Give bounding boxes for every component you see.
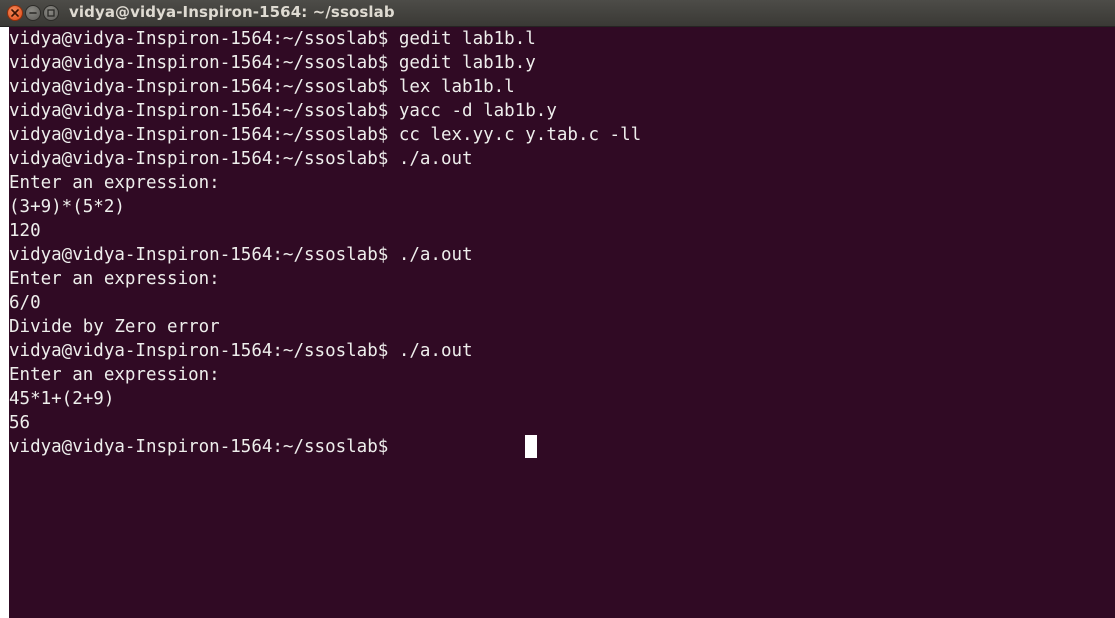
terminal-line: Enter an expression: [9,269,220,289]
minimize-button[interactable] [25,5,41,21]
terminal-line: vidya@vidya-Inspiron-1564:~/ssoslab$ ./a… [9,245,473,265]
minimize-icon [29,12,37,14]
terminal-line: 6/0 [9,293,41,313]
terminal-line: Enter an expression: [9,365,220,385]
terminal-line: vidya@vidya-Inspiron-1564:~/ssoslab$ cc … [9,125,642,145]
terminal-line: Enter an expression: [9,173,220,193]
terminal-line: vidya@vidya-Inspiron-1564:~/ssoslab$ ./a… [9,149,473,169]
terminal-line: 45*1+(2+9) [9,389,115,409]
terminal-line: vidya@vidya-Inspiron-1564:~/ssoslab$ ./a… [9,341,473,361]
terminal-line: 120 [9,221,41,241]
terminal-line: vidya@vidya-Inspiron-1564:~/ssoslab$ ged… [9,29,536,49]
terminal-output[interactable]: vidya@vidya-Inspiron-1564:~/ssoslab$ ged… [9,27,1115,618]
close-icon [11,9,19,17]
terminal-line: vidya@vidya-Inspiron-1564:~/ssoslab$ yac… [9,101,557,121]
maximize-button[interactable] [43,5,59,21]
terminal-cursor [525,435,537,458]
terminal-prompt-line: vidya@vidya-Inspiron-1564:~/ssoslab$ [9,437,399,457]
window-title: vidya@vidya-Inspiron-1564: ~/ssoslab [69,3,395,21]
terminal-line: Divide by Zero error [9,317,220,337]
terminal-window: vidya@vidya-Inspiron-1564: ~/ssoslab vid… [0,0,1115,618]
title-bar[interactable]: vidya@vidya-Inspiron-1564: ~/ssoslab [0,0,1115,27]
terminal-line: vidya@vidya-Inspiron-1564:~/ssoslab$ ged… [9,53,536,73]
maximize-icon [47,9,55,17]
terminal-line: vidya@vidya-Inspiron-1564:~/ssoslab$ lex… [9,77,515,97]
close-button[interactable] [7,5,23,21]
window-left-border [0,27,9,618]
terminal-line: 56 [9,413,31,433]
terminal-line: (3+9)*(5*2) [9,197,125,217]
